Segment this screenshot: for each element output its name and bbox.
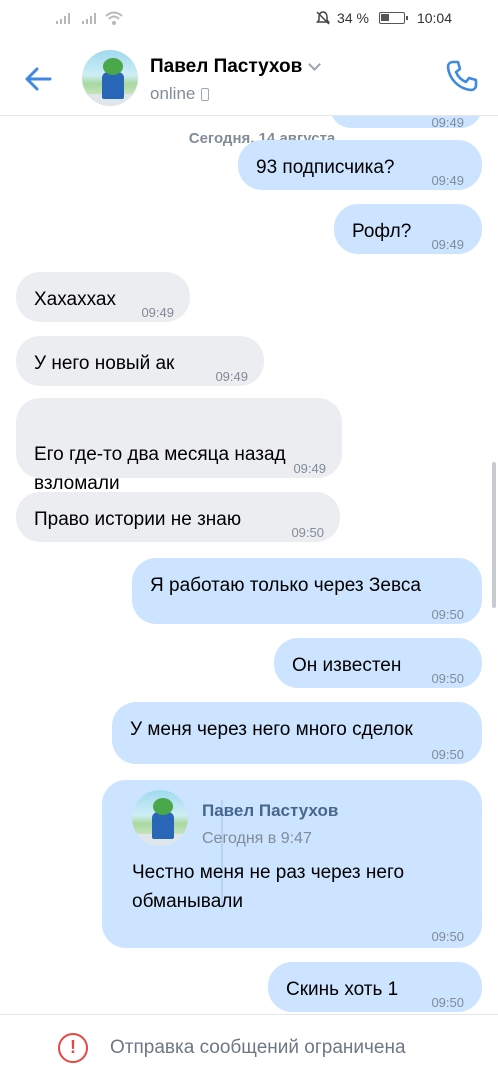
message-bubble[interactable]: 93 подписчика? 09:49	[238, 140, 482, 190]
message-bubble-partial[interactable]: 09:49	[330, 116, 482, 130]
composer-restricted-bar: ! Отправка сообщений ограничена	[0, 1014, 498, 1080]
battery-icon	[378, 12, 408, 24]
message-bubble[interactable]: Хахаххах 09:49	[16, 272, 190, 322]
forwarded-author-name[interactable]: Павел Пастухов	[202, 796, 338, 825]
restriction-notice: Отправка сообщений ограничена	[110, 1037, 406, 1058]
message-bubble[interactable]: Я работаю только через Зевса 09:50	[132, 558, 482, 624]
chevron-down-icon	[308, 58, 322, 71]
chat-area[interactable]: 09:49 Сегодня, 14 августа 93 подписчика?…	[0, 116, 498, 1014]
forwarded-author-avatar	[132, 790, 188, 846]
phone-call-icon[interactable]	[444, 58, 480, 94]
forwarded-message-bubble[interactable]: Павел Пастухов Сегодня в 9:47 Честно мен…	[102, 780, 482, 948]
forwarded-text: Честно меня не раз через него обманывали	[132, 862, 405, 912]
wifi-icon	[105, 11, 123, 25]
signal-icon	[56, 12, 70, 24]
warning-icon: !	[58, 1033, 88, 1063]
back-arrow-icon[interactable]	[22, 62, 56, 96]
message-bubble[interactable]: Его где-то два месяца назад взломали 09:…	[16, 398, 342, 494]
clock: 10:04	[416, 10, 452, 26]
mute-bell-icon	[316, 11, 331, 25]
forwarded-date: Сегодня в 9:47	[202, 830, 312, 847]
message-bubble[interactable]: У меня через него много сделок 09:50	[112, 702, 482, 764]
avatar[interactable]	[82, 50, 138, 106]
message-bubble[interactable]: Скинь хоть 1 09:50	[268, 962, 482, 1012]
battery-percent: 34 %	[337, 10, 369, 26]
status-bar: 34 % 10:04	[0, 0, 498, 40]
message-bubble[interactable]: Он известен 09:50	[274, 638, 482, 688]
status-right: 34 % 10:04	[315, 10, 452, 26]
message-bubble[interactable]: Право истории не знаю 09:50	[16, 492, 340, 542]
contact-name[interactable]: Павел Пастухов	[150, 56, 322, 78]
signal-icon-2	[82, 12, 96, 24]
online-status: online	[150, 84, 210, 104]
mobile-icon	[201, 87, 210, 101]
scrollbar[interactable]	[492, 462, 496, 608]
chat-header: Павел Пастухов online	[0, 40, 498, 116]
message-bubble[interactable]: У него новый ак 09:49	[16, 336, 264, 386]
message-bubble[interactable]: Рофл? 09:49	[334, 204, 482, 254]
